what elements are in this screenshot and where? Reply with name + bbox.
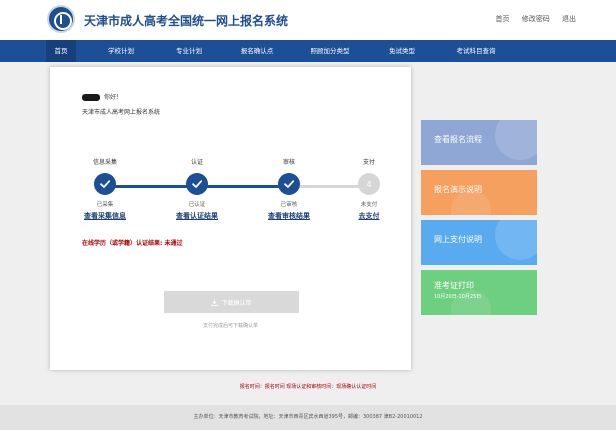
tile-payment-guide[interactable]: 网上支付说明 bbox=[421, 220, 537, 265]
download-icon bbox=[211, 298, 219, 306]
download-confirmation-button[interactable]: 下载确认单 bbox=[164, 291, 299, 313]
step-status: 未支付 bbox=[360, 202, 378, 208]
step-review: 审核 已审核 查看审核结果 bbox=[254, 157, 324, 221]
greeting-row: 你好！ bbox=[82, 92, 122, 101]
step-status: 已审核 bbox=[280, 202, 298, 208]
tile-decoration bbox=[495, 120, 537, 160]
step-title: 审核 bbox=[282, 159, 295, 166]
nav-item-home[interactable]: 首页 bbox=[46, 40, 76, 62]
logo-icon bbox=[47, 5, 75, 33]
tile-decoration bbox=[495, 220, 537, 260]
top-header: 天津市成人高考全国统一网上报名系统 首页 修改密码 退出 bbox=[0, 0, 616, 40]
step-auth: 认证 已认证 查看认证结果 bbox=[162, 157, 232, 221]
view-review-result-link[interactable]: 查看审核结果 bbox=[254, 211, 324, 221]
step-title: 支付 bbox=[362, 159, 375, 166]
download-hint: 支付完成后可下载确认单 bbox=[202, 323, 258, 329]
main-card: 你好！ 天津市成人高考网上报名系统 信息采集 已采集 查看采集信息 认证 已认证… bbox=[50, 67, 411, 370]
progress-steps: 信息采集 已采集 查看采集信息 认证 已认证 查看认证结果 审核 已审核 查看审… bbox=[50, 157, 411, 247]
download-button-label: 下载确认单 bbox=[221, 299, 252, 307]
go-pay-link[interactable]: 去支付 bbox=[334, 211, 404, 221]
check-icon bbox=[278, 173, 300, 195]
tile-label: 查看报名流程 bbox=[434, 135, 482, 144]
step-number: 4 bbox=[358, 173, 380, 195]
change-password-link[interactable]: 修改密码 bbox=[522, 15, 550, 23]
auth-result-text: 在线学历（或学籍）认证结果: 未通过 bbox=[82, 240, 183, 247]
step-title: 认证 bbox=[190, 159, 203, 166]
step-status: 已认证 bbox=[188, 202, 206, 208]
top-links: 首页 修改密码 退出 bbox=[486, 14, 576, 24]
tile-demo-guide[interactable]: 报名演示说明 bbox=[421, 170, 537, 215]
nav-item-confirm-point[interactable]: 报名确认点 bbox=[228, 40, 286, 62]
step-title: 信息采集 bbox=[92, 159, 117, 166]
nav-item-school-plan[interactable]: 学校计划 bbox=[92, 40, 150, 62]
tile-label: 网上支付说明 bbox=[434, 235, 482, 244]
view-auth-result-link[interactable]: 查看认证结果 bbox=[162, 211, 232, 221]
welcome-text: 天津市成人高考网上报名系统 bbox=[82, 109, 161, 116]
tile-label: 准考证打印 bbox=[434, 281, 474, 290]
tile-view-process[interactable]: 查看报名流程 bbox=[421, 120, 537, 165]
nav-item-bonus-type[interactable]: 照顾加分类型 bbox=[296, 40, 364, 62]
greeting-text: 你好！ bbox=[104, 94, 123, 101]
step-collect: 信息采集 已采集 查看采集信息 bbox=[70, 157, 140, 221]
tile-admission-ticket[interactable]: 准考证打印 10月20日-10月25日 bbox=[421, 270, 537, 315]
redacted-user-name bbox=[82, 94, 100, 101]
nav-item-exempt-type[interactable]: 免试类型 bbox=[374, 40, 430, 62]
footer: 主办单位：天津市教育考试院，地址：天津市西青区宾水西道395号，邮编：30038… bbox=[0, 405, 616, 430]
main-nav: 首页 学校计划 专业计划 报名确认点 照顾加分类型 免试类型 考试科目查询 bbox=[0, 40, 616, 62]
home-link[interactable]: 首页 bbox=[496, 15, 510, 23]
step-pay: 支付 4 未支付 去支付 bbox=[334, 157, 404, 221]
check-icon bbox=[186, 173, 208, 195]
tile-label: 报名演示说明 bbox=[434, 185, 482, 194]
nav-item-major-plan[interactable]: 专业计划 bbox=[160, 40, 218, 62]
logout-link[interactable]: 退出 bbox=[562, 15, 576, 23]
schedule-notice: 报名时间：报名时间 现场认证和审核时间：现场确认认证时间 bbox=[239, 384, 377, 390]
site-title: 天津市成人高考全国统一网上报名系统 bbox=[84, 14, 289, 28]
tile-sub-label: 10月20日-10月25日 bbox=[434, 294, 482, 300]
view-collect-info-link[interactable]: 查看采集信息 bbox=[70, 211, 140, 221]
step-status: 已采集 bbox=[96, 202, 114, 208]
check-icon bbox=[94, 173, 116, 195]
nav-item-subject-query[interactable]: 考试科目查询 bbox=[444, 40, 508, 62]
